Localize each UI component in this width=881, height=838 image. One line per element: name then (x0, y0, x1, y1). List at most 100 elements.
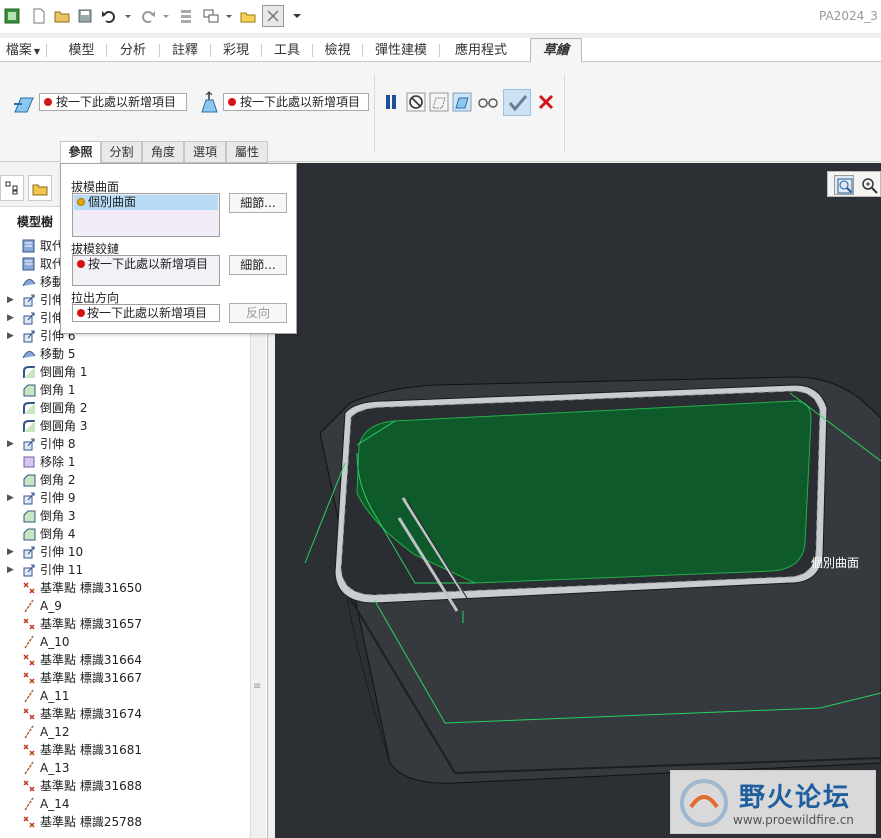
tree-item[interactable]: 移動 5 (0, 345, 250, 363)
round-icon (23, 366, 35, 378)
expand-arrow-icon[interactable]: ▶ (7, 435, 14, 453)
tree-item[interactable]: A_10 (0, 633, 250, 651)
tab-view[interactable]: 檢視 (313, 40, 363, 61)
list-item[interactable]: 按一下此處以新增項目 (74, 257, 218, 272)
tree-item[interactable]: ▶ 引伸 11 (0, 561, 250, 579)
regenerate-icon[interactable] (178, 8, 194, 24)
datum-axis-icon (24, 635, 34, 649)
redo-dropdown-icon[interactable] (162, 8, 170, 24)
expand-arrow-icon[interactable]: ▶ (7, 327, 14, 345)
zoom-in-icon[interactable] (861, 177, 879, 195)
extrude-icon (23, 492, 35, 505)
draft-surfaces-detail-button[interactable]: 細節... (229, 193, 287, 213)
tab-flexible-modeling[interactable]: 彈性建模 (363, 40, 440, 61)
tab-annotate[interactable]: 註釋 (160, 40, 211, 61)
tab-model[interactable]: 模型 (57, 40, 107, 61)
tree-item[interactable]: 倒圓角 3 (0, 417, 250, 435)
tree-item[interactable]: 倒圓角 1 (0, 363, 250, 381)
draft-hinges-list[interactable]: 按一下此處以新增項目 (72, 255, 220, 286)
tree-item[interactable]: 倒角 2 (0, 471, 250, 489)
draft-hinge-collector[interactable]: 按一下此處以新增項目 (223, 93, 369, 111)
windows-dropdown-icon[interactable] (225, 8, 233, 24)
scroll-grip-icon: ≡ (253, 681, 262, 692)
tree-item-label: 基準點 標識31657 (40, 617, 142, 631)
close-window-button[interactable] (262, 5, 284, 27)
tree-item[interactable]: 基準點 標識25788 (0, 813, 250, 831)
expand-arrow-icon[interactable]: ▶ (7, 543, 14, 561)
folder-icon[interactable] (240, 8, 256, 24)
cancel-x-icon[interactable] (537, 93, 555, 111)
tree-item[interactable]: 基準點 標識31650 (0, 579, 250, 597)
tree-item[interactable]: 倒角 3 (0, 507, 250, 525)
layer-tree-tab[interactable] (28, 175, 52, 201)
draft-hinge-icon (201, 91, 218, 113)
tree-item[interactable]: 倒角 4 (0, 525, 250, 543)
tab-tools[interactable]: 工具 (262, 40, 313, 61)
tree-item[interactable]: A_13 (0, 759, 250, 777)
expand-arrow-icon[interactable]: ▶ (7, 291, 14, 309)
model-tree-tab[interactable] (0, 175, 24, 201)
tab-file[interactable]: 檔案 ▼ (0, 40, 47, 61)
tab-sketch[interactable]: 草繪 (530, 38, 582, 63)
tree-item[interactable]: ▶ 引伸 10 (0, 543, 250, 561)
expand-arrow-icon[interactable]: ▶ (7, 561, 14, 579)
tab-render[interactable]: 彩現 (211, 40, 262, 61)
undo-icon[interactable] (101, 8, 117, 24)
round-icon (23, 420, 35, 432)
tree-item[interactable]: 倒角 1 (0, 381, 250, 399)
subtab-split[interactable]: 分割 (101, 141, 142, 163)
flip-direction-button[interactable]: 反向 (229, 303, 287, 323)
tab-analysis[interactable]: 分析 (107, 40, 160, 61)
draft-surface-collector[interactable]: 按一下此處以新增項目 (39, 93, 187, 111)
tree-item[interactable]: A_12 (0, 723, 250, 741)
tree-item[interactable]: A_9 (0, 597, 250, 615)
subtab-references[interactable]: 參照 (60, 141, 101, 164)
subtab-angles[interactable]: 角度 (142, 141, 184, 163)
tree-item[interactable]: 移除 1 (0, 453, 250, 471)
draft-hinges-detail-button[interactable]: 細節... (229, 255, 287, 275)
apply-button[interactable] (503, 89, 531, 116)
redo-icon[interactable] (140, 8, 156, 24)
tree-item[interactable]: ▶ 引伸 8 (0, 435, 250, 453)
subtab-options[interactable]: 選項 (184, 141, 226, 163)
preview-geometry-icon[interactable] (429, 92, 449, 112)
tree-item-label: 倒圓角 1 (40, 365, 88, 379)
expand-arrow-icon[interactable]: ▶ (7, 309, 14, 327)
subtab-properties[interactable]: 屬性 (226, 141, 268, 163)
watermark-text: 野火论坛 (739, 783, 852, 813)
tree-item[interactable]: ▶ 引伸 9 (0, 489, 250, 507)
tree-item[interactable]: 基準點 標識31657 (0, 615, 250, 633)
tree-item[interactable]: 倒圓角 2 (0, 399, 250, 417)
no-preview-icon[interactable] (406, 92, 426, 112)
datum-point-icon (23, 654, 35, 666)
list-item[interactable]: 個別曲面 (74, 195, 218, 210)
draft-surface-icon (14, 97, 34, 113)
tree-item[interactable]: 基準點 標識31664 (0, 651, 250, 669)
tree-item[interactable]: 基準點 標識31688 (0, 777, 250, 795)
graphics-window[interactable]: 個別曲面 (275, 163, 881, 838)
save-icon[interactable] (77, 8, 93, 24)
undo-dropdown-icon[interactable] (124, 8, 132, 24)
tree-item-label: A_14 (40, 797, 70, 811)
open-folder-icon[interactable] (54, 8, 70, 24)
pause-icon[interactable] (384, 94, 398, 110)
model-viewport[interactable] (275, 163, 881, 838)
tree-item[interactable]: 基準點 標識31674 (0, 705, 250, 723)
expand-arrow-icon[interactable]: ▶ (7, 489, 14, 507)
pull-direction-collector[interactable]: 按一下此處以新增項目 (72, 304, 220, 322)
verify-mode-icon[interactable] (452, 92, 472, 112)
customize-toolbar-icon[interactable] (292, 8, 302, 24)
datum-point-icon (23, 618, 35, 630)
tree-item[interactable]: A_11 (0, 687, 250, 705)
draft-surfaces-list[interactable]: 個別曲面 (72, 193, 220, 237)
windows-icon[interactable] (203, 8, 219, 24)
glasses-icon[interactable] (477, 94, 499, 110)
tab-applications[interactable]: 應用程式 (440, 40, 522, 61)
replace-surface-icon (22, 257, 35, 271)
tree-item[interactable]: A_14 (0, 795, 250, 813)
refit-button[interactable] (834, 175, 854, 195)
new-file-icon[interactable] (31, 8, 47, 24)
tree-item[interactable]: 基準點 標識31667 (0, 669, 250, 687)
extrude-icon (23, 330, 35, 343)
tree-item[interactable]: 基準點 標識31681 (0, 741, 250, 759)
